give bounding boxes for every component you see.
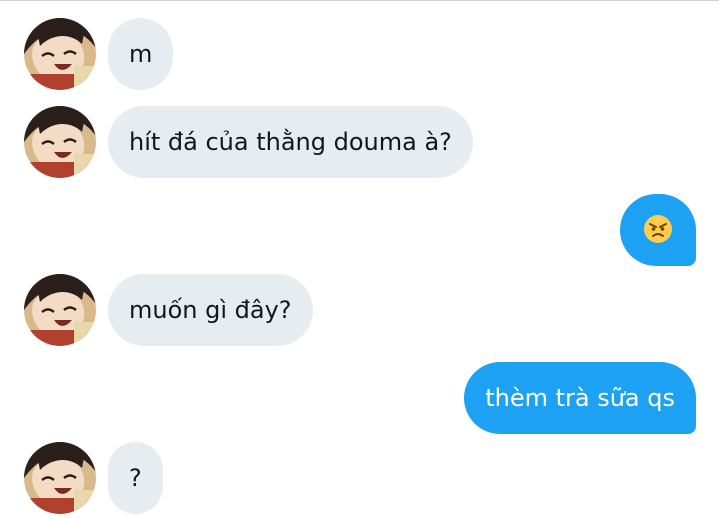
message-text: muốn gì đây?: [129, 296, 292, 324]
contact-avatar[interactable]: [24, 106, 96, 178]
contact-avatar[interactable]: [24, 442, 96, 514]
incoming-message-bubble[interactable]: muốn gì đây?: [108, 274, 313, 346]
avatar-image: [24, 274, 96, 346]
incoming-message-bubble[interactable]: m: [108, 18, 174, 90]
outgoing-message-bubble[interactable]: [620, 194, 696, 266]
angry-face-icon: [644, 215, 672, 243]
avatar-image: [24, 442, 96, 514]
avatar-image: [24, 18, 96, 90]
incoming-message-bubble[interactable]: hít đá của thằng douma à?: [108, 106, 473, 178]
message-text: ?: [129, 464, 142, 492]
contact-avatar[interactable]: [24, 274, 96, 346]
outgoing-message-bubble[interactable]: thèm trà sữa qs: [464, 362, 696, 434]
message-text: hít đá của thằng douma à?: [129, 128, 452, 156]
message-text: thèm trà sữa qs: [485, 384, 675, 412]
message-text: m: [129, 40, 153, 68]
contact-avatar[interactable]: [24, 18, 96, 90]
incoming-message-bubble[interactable]: ?: [108, 442, 163, 514]
chat-conversation: m hít đá của thằng douma à? muốn gì đây?…: [0, 0, 719, 518]
avatar-image: [24, 106, 96, 178]
